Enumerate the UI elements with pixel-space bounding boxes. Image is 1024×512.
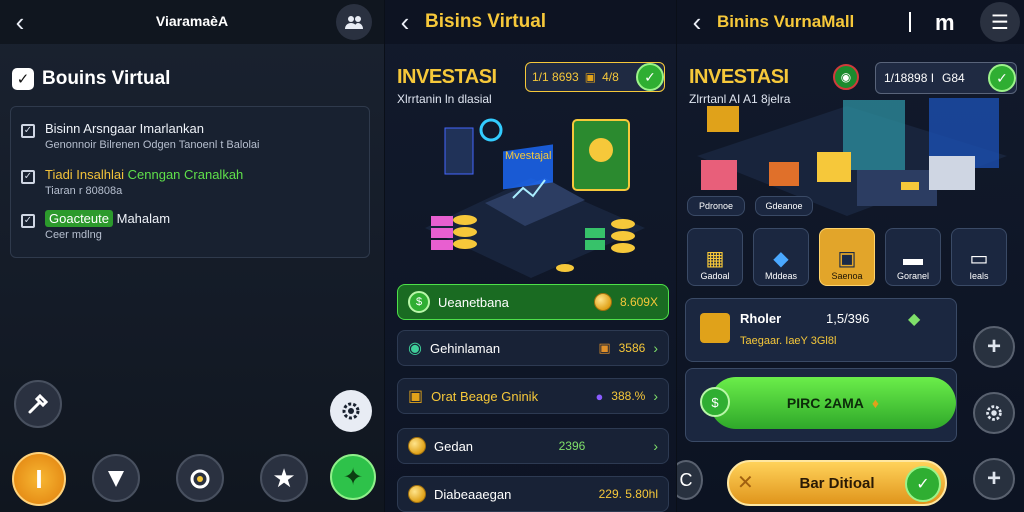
- chevron-right-icon: ›: [653, 340, 658, 356]
- category-tab[interactable]: ▬ Goranel: [885, 228, 941, 286]
- invest-row[interactable]: Diabeaaegan 229. 5.80hl: [397, 476, 669, 512]
- task-list: ✓ Bisinn Arsngaar Imarlankan Genonnoir B…: [10, 106, 370, 258]
- invest-row[interactable]: ▣ Orat Beage Gninik ● 388.% ›: [397, 378, 669, 414]
- check-icon: ✓: [905, 466, 941, 502]
- tools-icon: ✕: [737, 472, 754, 494]
- category-tab[interactable]: ▣ Saenoa: [819, 228, 875, 286]
- profit-card[interactable]: Rholer 1,5/396 ◆ Taegaar. IaeY 3Gl8l: [685, 298, 957, 362]
- claim-button[interactable]: PIRC 2AMA ♦: [710, 377, 956, 429]
- chest-icon: ▣: [598, 340, 611, 355]
- balance-display: 1/1 8693 ▣ 4/8 ✓: [525, 62, 665, 92]
- dock-star-button[interactable]: ★: [260, 454, 308, 502]
- settings-button[interactable]: [973, 392, 1015, 434]
- header-title: Binins VurnaMall: [717, 12, 855, 31]
- panel-right: ‹ Binins VurnaMall m ☰ INVESTASI Zlrrtan…: [676, 0, 1024, 512]
- check-icon: ✓: [996, 69, 1008, 86]
- iso-label: Pdronoe: [687, 196, 745, 216]
- invest-title: INVESTASI: [689, 66, 789, 88]
- globe-icon[interactable]: ◉: [833, 64, 859, 90]
- refresh-icon[interactable]: C: [677, 460, 703, 500]
- planet-icon: ●: [595, 388, 604, 404]
- gem-icon: ◆: [908, 311, 921, 328]
- star-icon: ✦: [342, 463, 364, 491]
- money-icon: $: [408, 291, 430, 313]
- divider: [909, 12, 911, 32]
- box-icon: [700, 313, 730, 343]
- gold-bars-icon: ▦: [705, 248, 725, 270]
- header-title: Bisins Virtual: [425, 11, 547, 32]
- coin-icon: I: [35, 463, 43, 494]
- panel-middle: ‹ Bisins Virtual INVESTASI Xlrrtanin ln …: [384, 0, 676, 512]
- chest-icon: ▣: [584, 70, 597, 84]
- list-item[interactable]: ✓ Bisinn Arsngaar Imarlankan Genonnoir B…: [21, 121, 259, 151]
- dock-map-button[interactable]: [92, 454, 140, 502]
- wrench-icon: [28, 393, 49, 414]
- list-item[interactable]: ✓ Goacteute Mahalam Ceer mdlng: [21, 210, 170, 241]
- check-icon: ✓: [12, 68, 34, 90]
- add-button[interactable]: +: [973, 326, 1015, 368]
- box-icon: ▣: [408, 388, 424, 405]
- invest-subtitle: Xlrrtanin ln dlasial: [397, 92, 492, 106]
- back-arrow-icon[interactable]: ‹: [385, 0, 425, 44]
- dock-timer-button[interactable]: [176, 454, 224, 502]
- claim-card: PIRC 2AMA ♦ $: [685, 368, 957, 442]
- section-title: ✓ Bouins Virtual: [12, 68, 170, 90]
- invest-row[interactable]: $ Ueanetbana 8.609X: [397, 284, 669, 320]
- car-icon: ▬: [903, 248, 923, 270]
- friends-button[interactable]: [336, 4, 372, 40]
- add-balance-button[interactable]: ✓: [988, 64, 1016, 92]
- gear-icon: [342, 402, 360, 420]
- gear-icon: [986, 405, 1002, 421]
- bottom-action-button[interactable]: ✕ Bar Ditioal ✓: [727, 460, 947, 506]
- balance-display: 1/18898 I G84 ✓: [875, 62, 1017, 94]
- star-icon: ★: [272, 462, 296, 493]
- top-bar: ‹ Bisins Virtual: [385, 0, 676, 44]
- coin-icon: [408, 485, 426, 503]
- stopwatch-icon: [190, 469, 210, 489]
- shield-icon: ◆: [773, 248, 789, 270]
- coin-icon: [593, 293, 612, 311]
- tools-button[interactable]: [14, 380, 62, 428]
- users-icon: [345, 16, 363, 29]
- top-bar: ‹ Binins VurnaMall m ☰: [677, 0, 1024, 44]
- chevron-right-icon: ›: [653, 388, 658, 404]
- dock-home-button[interactable]: I: [12, 452, 66, 506]
- hamburger-icon: ☰: [991, 11, 1009, 34]
- top-bar: ‹ ViaramaèA: [0, 0, 384, 44]
- list-item[interactable]: ✓ Tiadi Insalhlai Cenngan Cranalkah Tiar…: [21, 167, 243, 197]
- money-icon: $: [700, 387, 730, 417]
- category-tab[interactable]: ▭ Ieals: [951, 228, 1007, 286]
- vehicle-icon: ▭: [969, 248, 989, 270]
- menu-button[interactable]: ☰: [980, 2, 1020, 42]
- back-arrow-icon[interactable]: ‹: [677, 0, 717, 44]
- coin-icon: [408, 437, 426, 455]
- settings-button[interactable]: [330, 390, 372, 432]
- add-balance-button[interactable]: ✓: [636, 63, 664, 91]
- panel-left: ‹ ViaramaèA ✓ Bouins Virtual ✓ Bisinn Ar…: [0, 0, 384, 512]
- globe-icon: ◉: [408, 340, 422, 357]
- header-title: ViaramaèA: [155, 13, 229, 29]
- category-tab[interactable]: ▦ Gadoal: [687, 228, 743, 286]
- check-icon: ✓: [644, 68, 656, 85]
- checkbox-icon: ✓: [21, 214, 35, 228]
- coin-icon: ♦: [871, 395, 880, 411]
- investment-illustration: [425, 118, 645, 278]
- location-icon: [108, 471, 124, 487]
- menu-logo-icon[interactable]: m: [935, 10, 955, 36]
- robot-icon: ▣: [837, 248, 857, 270]
- invest-row[interactable]: Gedan 2396 ›: [397, 428, 669, 464]
- checkbox-icon: ✓: [21, 170, 35, 184]
- screen-label: Mvestajal: [505, 150, 552, 162]
- invest-title: INVESTASI: [397, 66, 497, 88]
- category-tab[interactable]: ◆ Mddeas: [753, 228, 809, 286]
- invest-row[interactable]: ◉ Gehinlaman ▣ 3586 ›: [397, 330, 669, 366]
- checkbox-icon: ✓: [21, 124, 35, 138]
- chevron-right-icon: ›: [653, 438, 658, 454]
- iso-label: Gdeanoe: [755, 196, 813, 216]
- dock-leaf-button[interactable]: ✦: [330, 454, 376, 500]
- add-button[interactable]: +: [973, 458, 1015, 500]
